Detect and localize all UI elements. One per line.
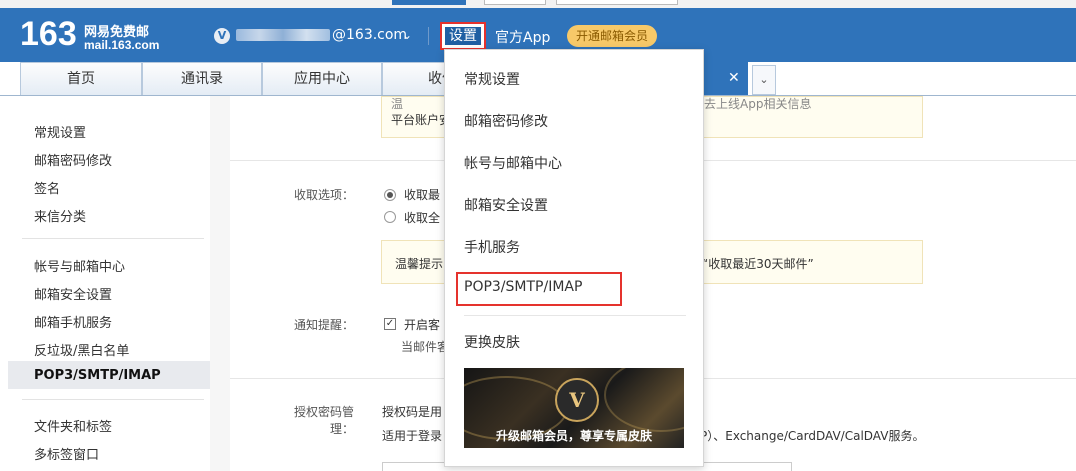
open-vip-button[interactable]: 开通邮箱会员 — [567, 25, 657, 47]
tip-mid-text: 温馨提示 — [395, 257, 444, 271]
auth-line2-tail: P）、Exchange/CardDAV/CalDAV服务。 — [700, 429, 925, 443]
receive-all-radio[interactable] — [384, 211, 396, 223]
sidebar-item-password[interactable]: 邮箱密码修改 — [34, 150, 112, 169]
tip-top-line2: 平台账户安 — [391, 113, 452, 127]
chevron-down-icon[interactable]: ⌄ — [402, 28, 412, 42]
sidebar-divider — [22, 238, 204, 239]
skin-promo-banner[interactable]: V 升级邮箱会员，尊享专属皮肤 — [464, 368, 684, 448]
receive-recent-text: 收取最 — [404, 188, 441, 202]
menu-item-account-center[interactable]: 帐号与邮箱中心 — [464, 153, 562, 173]
receive-all-text: 收取全 — [404, 211, 441, 225]
menu-divider — [464, 315, 686, 316]
settings-sidebar: 常规设置 邮箱密码修改 签名 来信分类 帐号与邮箱中心 邮箱安全设置 邮箱手机服… — [8, 96, 211, 471]
auth-password-label: 授权密码管理： — [293, 405, 354, 436]
notify-option-text: 开启客 — [404, 318, 441, 332]
strip-button — [556, 0, 678, 5]
notify-sub-text: 当邮件客 — [401, 340, 450, 354]
strip-button — [392, 0, 466, 5]
chevron-down-icon[interactable]: ⌄ — [752, 65, 776, 95]
banner-decoration — [604, 368, 684, 432]
auth-line1: 授权码是用 — [382, 405, 443, 419]
strip-button — [484, 0, 546, 5]
sidebar-item-antispam[interactable]: 反垃圾/黑白名单 — [34, 340, 129, 359]
sidebar-item-multitab[interactable]: 多标签窗口 — [34, 444, 99, 463]
receive-recent-radio[interactable] — [384, 189, 396, 201]
vip-level-icon[interactable]: V — [214, 28, 230, 44]
browser-strip — [0, 0, 1076, 8]
menu-item-password[interactable]: 邮箱密码修改 — [464, 111, 548, 131]
tab-apps[interactable]: 应用中心 — [262, 62, 382, 95]
logo-number[interactable]: 163 — [20, 16, 77, 52]
settings-button[interactable]: 设置 — [440, 22, 486, 50]
menu-item-skin[interactable]: 更换皮肤 — [464, 332, 520, 352]
vip-badge-icon: V — [555, 378, 599, 422]
sidebar-item-account-center[interactable]: 帐号与邮箱中心 — [34, 256, 125, 275]
tab-contacts[interactable]: 通讯录 — [142, 62, 262, 95]
menu-item-mobile[interactable]: 手机服务 — [464, 237, 520, 257]
header-divider — [428, 27, 429, 45]
sidebar-item-signature[interactable]: 签名 — [34, 178, 60, 197]
receive-options-label: 收取选项： — [293, 188, 354, 202]
sidebar-item-mobile[interactable]: 邮箱手机服务 — [34, 312, 112, 331]
close-icon[interactable]: ✕ — [728, 70, 740, 86]
content-gutter — [210, 96, 230, 471]
menu-item-security[interactable]: 邮箱安全设置 — [464, 195, 548, 215]
logo-domain: mail.163.com — [84, 38, 160, 52]
blurred-username — [236, 29, 330, 41]
settings-label: 设置 — [445, 27, 481, 45]
tip-mid-tail: 择“收取最近30天邮件” — [690, 257, 814, 271]
menu-item-pop3[interactable]: POP3/SMTP/IMAP — [464, 279, 582, 295]
settings-dropdown-menu: 常规设置 邮箱密码修改 帐号与邮箱中心 邮箱安全设置 手机服务 POP3/SMT… — [444, 49, 704, 467]
tip-top-text: 温 — [391, 97, 404, 111]
sidebar-item-general[interactable]: 常规设置 — [34, 122, 86, 141]
menu-item-general[interactable]: 常规设置 — [464, 69, 520, 89]
account-selector[interactable]: @163.com — [236, 27, 407, 43]
notify-label: 通知提醒： — [293, 318, 354, 332]
sidebar-item-folders[interactable]: 文件夹和标签 — [34, 416, 112, 435]
account-suffix: @163.com — [332, 27, 408, 43]
official-app-link[interactable]: 官方App — [495, 27, 550, 47]
sidebar-item-security[interactable]: 邮箱安全设置 — [34, 284, 112, 303]
notify-checkbox[interactable]: ✓ — [384, 318, 396, 330]
sidebar-item-pop3[interactable]: POP3/SMTP/IMAP — [34, 368, 161, 383]
tip-top-tail: 去上线App相关信息 — [704, 97, 812, 111]
sidebar-item-mail-filter[interactable]: 来信分类 — [34, 206, 86, 225]
auth-line2: 适用于登录 — [382, 429, 443, 443]
sidebar-divider — [22, 399, 204, 400]
tab-home[interactable]: 首页 — [20, 62, 142, 95]
promo-caption: 升级邮箱会员，尊享专属皮肤 — [495, 429, 652, 443]
